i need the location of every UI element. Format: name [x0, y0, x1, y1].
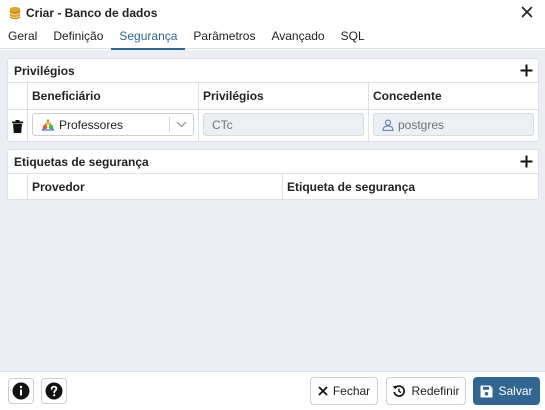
reset-icon	[392, 384, 406, 398]
reset-button-label: Redefinir	[411, 384, 460, 398]
close-button-label: Fechar	[332, 384, 371, 398]
help-icon	[45, 382, 63, 400]
column-header-grantee: Beneficiário	[28, 83, 199, 109]
reset-button[interactable]: Redefinir	[386, 377, 466, 405]
tab-parameters[interactable]: Parâmetros	[185, 25, 263, 49]
tab-security[interactable]: Segurança	[111, 25, 186, 50]
close-icon	[318, 386, 328, 396]
column-header-security-label: Etiqueta de segurança	[287, 180, 416, 194]
security-labels-header-row: Provedor Etiqueta de segurança	[8, 174, 538, 200]
tab-bar: Geral Definição Segurança Parâmetros Ava…	[0, 25, 545, 50]
help-button[interactable]	[41, 378, 67, 404]
grantee-select[interactable]: Professores	[32, 113, 194, 136]
grantee-value: Professores	[59, 117, 124, 132]
table-row: Professores CTc postgres	[8, 110, 538, 142]
database-icon	[8, 6, 22, 20]
add-security-label-button[interactable]	[514, 150, 538, 173]
tab-content: Privilégios Beneficiário Privilégios Con…	[0, 50, 545, 371]
dialog-titlebar: Criar - Banco de dados	[0, 0, 545, 25]
security-labels-panel: Etiquetas de segurança Provedor Etiqueta…	[7, 149, 539, 200]
save-icon	[480, 385, 493, 398]
privileges-value: CTc	[212, 117, 233, 132]
tab-advanced[interactable]: Avançado	[263, 25, 332, 49]
security-labels-title: Etiquetas de segurança	[14, 154, 149, 169]
privileges-field[interactable]: CTc	[203, 113, 364, 136]
info-button[interactable]	[8, 378, 34, 404]
user-icon	[382, 118, 394, 131]
privileges-header-row: Beneficiário Privilégios Concedente	[8, 83, 538, 110]
security-labels-header: Etiquetas de segurança	[8, 150, 538, 174]
trash-icon[interactable]	[12, 119, 23, 133]
save-button[interactable]: Salvar	[473, 377, 540, 405]
dialog-title: Criar - Banco de dados	[26, 5, 158, 20]
tab-general[interactable]: Geral	[0, 25, 45, 49]
dialog-footer: Fechar Redefinir Salvar	[0, 371, 545, 410]
column-header-privileges: Privilégios	[199, 83, 369, 109]
privileges-title: Privilégios	[14, 63, 75, 78]
column-header-provider: Provedor	[28, 174, 283, 200]
column-header-grantor: Concedente	[373, 89, 442, 103]
tab-sql[interactable]: SQL	[333, 25, 373, 49]
chevron-down-icon[interactable]	[169, 117, 193, 132]
close-icon[interactable]	[519, 4, 535, 20]
info-icon	[12, 382, 30, 400]
close-button[interactable]: Fechar	[310, 377, 378, 405]
tab-definition[interactable]: Definição	[45, 25, 111, 49]
role-group-icon	[41, 118, 55, 131]
grantor-value: postgres	[398, 117, 445, 132]
privileges-header: Privilégios	[8, 59, 538, 83]
save-button-label: Salvar	[498, 384, 533, 398]
privileges-panel: Privilégios Beneficiário Privilégios Con…	[7, 58, 539, 142]
add-privilege-button[interactable]	[514, 59, 538, 82]
grantor-field: postgres	[373, 113, 534, 136]
